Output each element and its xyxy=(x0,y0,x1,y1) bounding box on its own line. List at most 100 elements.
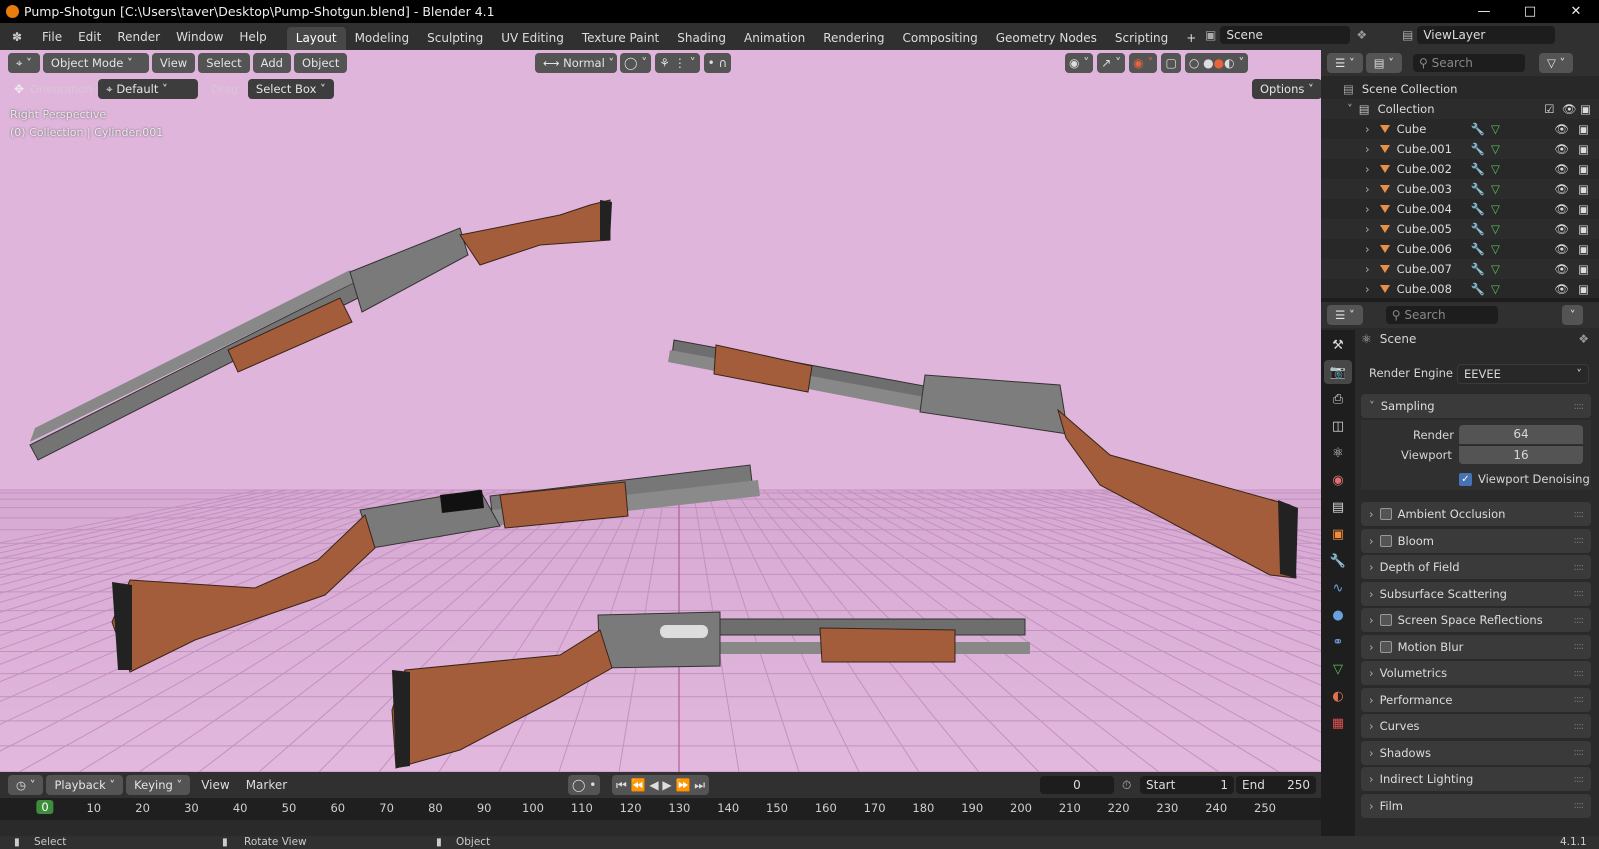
grip-icon[interactable]: :::: xyxy=(1574,401,1585,412)
minimize-icon[interactable]: — xyxy=(1461,0,1507,23)
collection-toggles[interactable]: ☑ 👁 ▣ xyxy=(1544,102,1591,116)
overlays-button[interactable]: ◉ ˅ xyxy=(1129,53,1158,73)
expand-arrow-icon[interactable]: › xyxy=(1365,222,1370,236)
scene-field[interactable]: Scene xyxy=(1220,26,1351,44)
render-panel[interactable]: › Ambient Occlusion:::: xyxy=(1361,502,1591,526)
visibility-button[interactable]: ◉ ˅ xyxy=(1065,53,1094,73)
render-panel[interactable]: › Subsurface Scattering:::: xyxy=(1361,581,1591,606)
render-camera-icon[interactable]: ▣ xyxy=(1578,242,1589,256)
shading-modes[interactable]: ○ ● ● ◐ ˅ xyxy=(1184,53,1249,73)
render-camera-icon[interactable]: ▣ xyxy=(1578,182,1589,196)
viewport-denoising-checkbox[interactable]: ✓ Viewport Denoising xyxy=(1459,472,1590,486)
tab-animation[interactable]: Animation xyxy=(735,27,814,50)
tab-compositing[interactable]: Compositing xyxy=(893,27,986,50)
expand-icon[interactable]: ˅ xyxy=(1347,102,1353,116)
outliner-editor-button[interactable]: ☰ ˅ xyxy=(1327,53,1363,73)
maximize-icon[interactable]: □ xyxy=(1507,0,1553,23)
playback-controls[interactable]: ⏮ ⏪ ◀ ▶ ⏩ ⏭ xyxy=(612,775,710,795)
filter-button[interactable]: ▽ ˅ xyxy=(1539,53,1574,73)
visibility-eye-icon[interactable]: 👁 xyxy=(1554,202,1569,216)
render-panel[interactable]: › Indirect Lighting:::: xyxy=(1361,767,1591,791)
world-tab-icon[interactable]: ◉ xyxy=(1324,468,1352,492)
viewport-samples-field[interactable]: 16 xyxy=(1459,445,1583,464)
scene-icon[interactable]: ▣ xyxy=(1205,28,1216,42)
expand-arrow-icon[interactable]: › xyxy=(1365,242,1370,256)
object-tab-icon[interactable]: ▣ xyxy=(1324,522,1352,546)
render-panel[interactable]: › Volumetrics:::: xyxy=(1361,661,1591,685)
grip-icon[interactable]: :::: xyxy=(1574,588,1585,599)
texture-tab-icon[interactable]: ▦ xyxy=(1324,711,1352,735)
sampling-panel[interactable]: ˅ Sampling :::: xyxy=(1361,394,1591,418)
shotgun-model-1[interactable] xyxy=(29,199,612,461)
render-panel[interactable]: › Screen Space Reflections:::: xyxy=(1361,608,1591,632)
tab-rendering[interactable]: Rendering xyxy=(814,27,893,50)
outliner-item[interactable]: › Cube.006 🔧 ▽ 👁 ▣ xyxy=(1321,239,1599,259)
tool-tab-icon[interactable]: ⚒ xyxy=(1324,333,1352,357)
panel-checkbox[interactable] xyxy=(1379,614,1392,626)
render-panel[interactable]: › Bloom:::: xyxy=(1361,528,1591,553)
grip-icon[interactable]: :::: xyxy=(1574,562,1585,573)
add-menu[interactable]: Add xyxy=(252,53,291,73)
visibility-eye-icon[interactable]: 👁 xyxy=(1554,242,1569,256)
visibility-eye-icon[interactable]: 👁 xyxy=(1554,142,1569,156)
collection-row[interactable]: ˅ ▤ Collection ☑ 👁 ▣ xyxy=(1321,99,1599,119)
tab-layout[interactable]: Layout xyxy=(286,27,346,50)
playback-menu[interactable]: Playback ˅ xyxy=(46,775,124,795)
add-workspace-icon[interactable]: + xyxy=(1177,27,1205,50)
tab-texture-paint[interactable]: Texture Paint xyxy=(573,27,668,50)
render-samples-field[interactable]: 64 xyxy=(1459,425,1583,444)
material-tab-icon[interactable]: ◐ xyxy=(1324,684,1352,708)
render-engine-dropdown[interactable]: EEVEE ˅ xyxy=(1457,364,1589,384)
visibility-eye-icon[interactable]: 👁 xyxy=(1554,262,1569,276)
render-panel[interactable]: › Shadows:::: xyxy=(1361,740,1591,765)
output-tab-icon[interactable]: ⎙ xyxy=(1324,387,1352,411)
grip-icon[interactable]: :::: xyxy=(1574,800,1585,811)
panel-checkbox[interactable] xyxy=(1379,534,1392,547)
render-panel[interactable]: › Depth of Field:::: xyxy=(1361,555,1591,579)
visibility-eye-icon[interactable]: 👁 xyxy=(1554,162,1569,176)
timeline-view-menu[interactable]: View xyxy=(193,778,237,792)
xray-button[interactable]: ▢ xyxy=(1161,53,1181,73)
expand-arrow-icon[interactable]: › xyxy=(1365,122,1370,136)
visibility-eye-icon[interactable]: 👁 xyxy=(1554,222,1569,236)
keying-menu[interactable]: Keying ˅ xyxy=(126,775,191,795)
grip-icon[interactable]: :::: xyxy=(1574,774,1585,785)
view-layer-tab-icon[interactable]: ◫ xyxy=(1324,414,1352,438)
menu-window[interactable]: Window xyxy=(168,30,231,44)
menu-edit[interactable]: Edit xyxy=(70,30,109,44)
menu-file[interactable]: File xyxy=(34,30,70,44)
panel-checkbox[interactable] xyxy=(1379,508,1392,520)
timeline-editor-button[interactable]: ◷ ˅ xyxy=(8,775,44,795)
visibility-eye-icon[interactable]: 👁 xyxy=(1554,182,1569,196)
viewlayer-icon[interactable]: ▤ xyxy=(1402,28,1413,42)
proportional-edit-button[interactable]: • ∩ xyxy=(703,53,732,73)
expand-arrow-icon[interactable]: › xyxy=(1365,142,1370,156)
collection-tab-icon[interactable]: ▤ xyxy=(1324,495,1352,519)
visibility-eye-icon[interactable]: 👁 xyxy=(1554,122,1569,136)
outliner-item[interactable]: › Cube.002 🔧 ▽ 👁 ▣ xyxy=(1321,159,1599,179)
pin-properties-icon[interactable]: ❖ xyxy=(1578,332,1589,346)
outliner-item[interactable]: › Cube.003 🔧 ▽ 👁 ▣ xyxy=(1321,179,1599,199)
auto-key-button[interactable]: ◯ • xyxy=(568,775,601,795)
outliner-search-input[interactable]: ⚲ Search xyxy=(1413,54,1525,72)
end-frame-field[interactable]: End 250 xyxy=(1236,776,1316,794)
expand-arrow-icon[interactable]: › xyxy=(1365,202,1370,216)
grip-icon[interactable]: :::: xyxy=(1574,615,1585,626)
blender-menu-icon[interactable]: ✽ xyxy=(0,30,34,44)
start-frame-field[interactable]: Start 1 xyxy=(1140,776,1234,794)
expand-arrow-icon[interactable]: › xyxy=(1365,282,1370,296)
tab-scripting[interactable]: Scripting xyxy=(1106,27,1177,50)
visibility-eye-icon[interactable]: 👁 xyxy=(1554,282,1569,296)
grip-icon[interactable]: :::: xyxy=(1574,747,1585,758)
render-camera-icon[interactable]: ▣ xyxy=(1578,162,1589,176)
select-menu[interactable]: Select xyxy=(198,53,250,73)
modifier-tab-icon[interactable]: 🔧 xyxy=(1324,549,1352,573)
properties-search-input[interactable]: ⚲ Search xyxy=(1385,306,1498,324)
close-icon[interactable]: ✕ xyxy=(1553,0,1599,23)
particles-tab-icon[interactable]: ∿ xyxy=(1324,576,1352,600)
tab-uv-editing[interactable]: UV Editing xyxy=(492,27,573,50)
render-camera-icon[interactable]: ▣ xyxy=(1578,222,1589,236)
menu-render[interactable]: Render xyxy=(109,30,168,44)
grip-icon[interactable]: :::: xyxy=(1574,694,1585,705)
3d-viewport[interactable]: ⌖ ˅ Object Mode ˅ View Select Add Object… xyxy=(0,50,1321,772)
